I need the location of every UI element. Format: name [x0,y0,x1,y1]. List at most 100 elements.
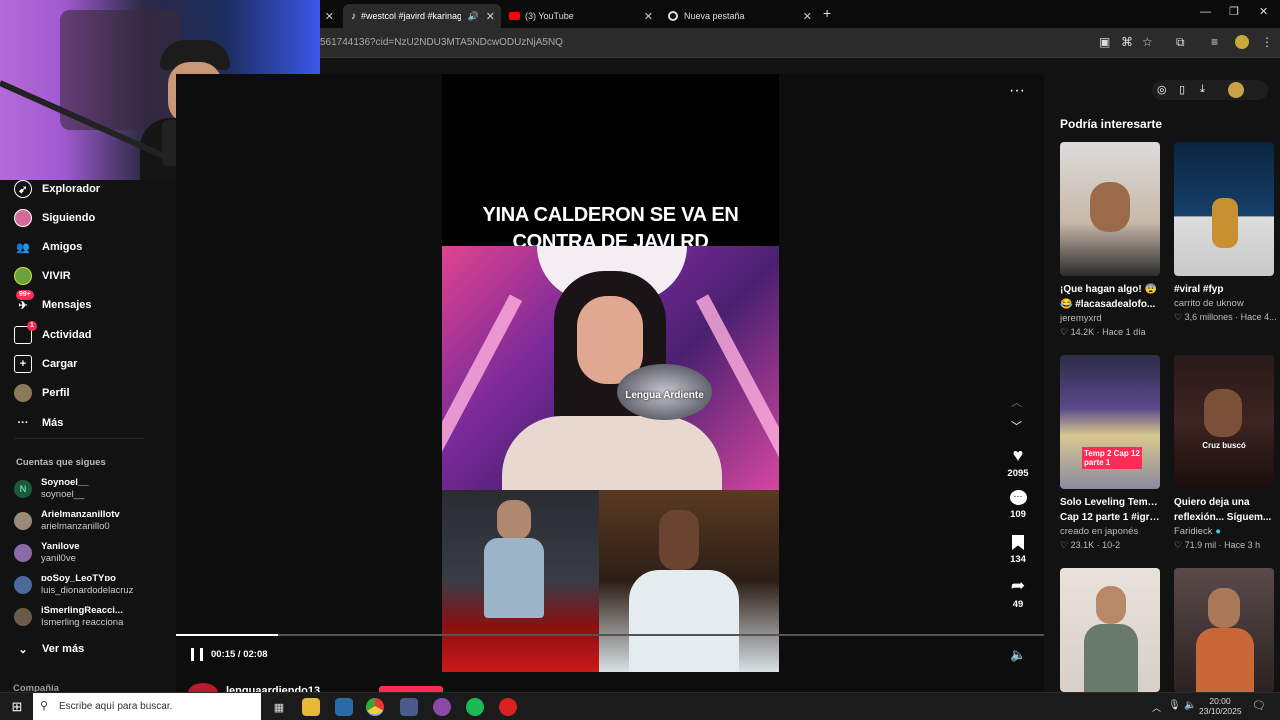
card-title: Solo Leveling Temp 2 [1060,497,1160,508]
see-more-button[interactable]: ⌄ Ver más [14,640,84,658]
friends-icon: 👥 [16,241,30,254]
speaker-icon[interactable]: 🔊 [468,11,479,22]
url-text[interactable]: 561744136?cid=NzU2NDU3MTA5NDcwODUzNjA5NQ [320,37,563,48]
account-item[interactable]: ɒoSoy_LeoTYɒo luis_dionardodelacruz [14,573,133,597]
account-item[interactable]: Yanilove yanil0ve [14,541,80,565]
tiktok-icon: ♪ [351,10,356,22]
nav-label: Cargar [42,358,78,370]
close-icon[interactable]: ✕ [644,10,653,23]
chrome-taskbar-icon[interactable] [366,698,384,716]
minimize-icon[interactable]: — [1200,6,1211,18]
author-name[interactable]: lenguaardiendo13 [226,685,320,692]
nav-label: Mensajes [42,299,92,311]
microphone-icon[interactable]: 🎙 [1168,700,1181,711]
more-options-icon[interactable]: ··· [1009,82,1025,100]
messages-icon: ✈ 99+ [14,290,34,314]
upload-icon: + [14,355,32,373]
chevron-up-icon[interactable]: ︿ [1011,394,1022,410]
card-time: Hace 3 h [1224,540,1261,550]
recommended-card[interactable] [1060,568,1160,692]
tab-active[interactable]: ♪ #westcol #javird #karinaga 🔊 ✕ [343,4,501,28]
user-avatar[interactable] [1228,82,1244,98]
account-item[interactable]: Arielmanzanillotv arielmanzanillo0 [14,509,120,533]
nav-more[interactable]: ··· Más [14,414,64,432]
like-button[interactable]: ♥ 2095 [1004,446,1032,479]
chevron-down-icon[interactable]: ﹀ [1011,418,1022,434]
account-name: iSmerlingReacci... [41,605,123,616]
bookmark-star-icon[interactable]: ☆ [1142,35,1153,49]
windows-start-icon[interactable]: ⊞ [8,698,26,716]
close-icon[interactable]: ✕ [486,10,495,23]
progress-bar[interactable] [176,634,1044,636]
nav-messages[interactable]: ✈ 99+ Mensajes [14,290,92,314]
menu-kebab-icon[interactable]: ⋮ [1261,35,1273,49]
translate-icon[interactable]: ⌘ [1121,35,1133,49]
taskbar-search[interactable]: ⚲ Escribe aquí para buscar. [33,693,261,720]
card-user-name: Faridieck [1174,526,1213,537]
card-likes: 14.2K [1070,327,1095,337]
profile-avatar-icon[interactable] [1235,35,1249,49]
nav-following[interactable]: Siguiendo [14,209,95,227]
background-shelf [60,10,180,130]
close-icon[interactable]: ✕ [803,10,812,23]
download-icon[interactable]: ⤓ [1200,83,1205,96]
share-button[interactable]: ➦ 49 [1004,576,1032,611]
phone-icon[interactable]: ▯ [1179,83,1185,96]
share-count: 49 [1012,599,1024,610]
app-icon[interactable] [433,698,451,716]
recommended-card[interactable]: ¡Que hagan algo! 😨 😂 #lacasadealofo... j… [1060,142,1160,338]
pause-icon[interactable] [191,648,203,661]
thumb-caption: Cruz buscó [1202,441,1246,450]
task-view-icon[interactable]: ▦ [270,698,288,716]
video-frame[interactable]: YINA CALDERON SE VA EN CONTRA DE JAVI RD… [442,74,779,672]
app-icon[interactable] [400,698,418,716]
account-item[interactable]: iSmerlingReacci... Ismerling reacciona [14,605,123,629]
taskbar-clock[interactable]: 20:00 23/10/2025 [1199,696,1242,716]
cast-icon[interactable]: ▣ [1099,35,1110,49]
compass-icon[interactable]: ◎ [1157,83,1167,96]
tray-chevron-icon[interactable]: ︿ [1152,701,1161,714]
extensions-icon[interactable]: ⧉ [1176,35,1185,50]
account-item[interactable]: N Soynoel__ soynoel__ [14,477,89,501]
notifications-icon[interactable]: 🗨 [1252,699,1266,712]
app-icon[interactable] [499,698,517,716]
comment-button[interactable]: ··· 109 [1004,490,1032,520]
recommended-card[interactable]: Cruz buscó Quiero deja una reflexión... … [1174,355,1274,551]
card-time: 10-2 [1102,540,1121,550]
tab-new[interactable]: Nueva pestaña ✕ [660,4,818,28]
comment-count: 109 [1010,509,1026,520]
nav-profile[interactable]: Perfil [14,384,70,402]
file-explorer-icon[interactable] [302,698,320,716]
nav-explore[interactable]: ➹ Explorador [14,180,100,198]
nav-upload[interactable]: + Cargar [14,355,77,373]
recommended-card[interactable] [1174,568,1274,692]
nav-activity[interactable]: 1 Actividad [14,321,92,344]
woman-shirt [502,416,722,490]
video-image-top: Lengua Ardiente [442,246,779,490]
time-display: 00:15 / 02:08 [211,649,268,660]
nav-live[interactable]: VIVIR [14,267,71,285]
nav-friends[interactable]: 👥 Amigos [14,238,82,256]
man-shirt [629,570,739,672]
spotify-icon[interactable] [466,698,484,716]
recommended-card[interactable]: Temp 2 Cap 12 parte 1 Solo Leveling Temp… [1060,355,1160,551]
media-controls-icon[interactable]: ≡ [1211,35,1218,49]
tab-previous[interactable]: ✕ [320,4,340,28]
save-button[interactable]: 134 [1004,535,1032,565]
close-icon[interactable]: ✕ [325,10,334,23]
tab-youtube[interactable]: (3) YouTube ✕ [501,4,659,28]
window-close-icon[interactable]: ✕ [1259,5,1268,18]
following-header: Cuentas que sigues [16,457,106,468]
nav-label: Más [42,417,64,429]
speaker-icon[interactable]: 🔈 [1184,700,1196,711]
see-more-label: Ver más [42,643,85,655]
store-icon[interactable] [335,698,353,716]
messages-badge: 99+ [16,290,34,300]
new-tab-button[interactable]: + [823,5,831,21]
chrome-icon [668,11,678,21]
volume-icon[interactable]: 🔈 [1010,647,1026,663]
recommended-card[interactable]: #viral #fyp carrito de uknow ♡ 3,6 millo… [1174,142,1277,323]
share-arrow-icon: ➦ [1010,576,1026,595]
card-meta: ♡ 3,6 millones · Hace 4... [1174,312,1277,322]
restore-icon[interactable]: ❐ [1229,5,1239,18]
